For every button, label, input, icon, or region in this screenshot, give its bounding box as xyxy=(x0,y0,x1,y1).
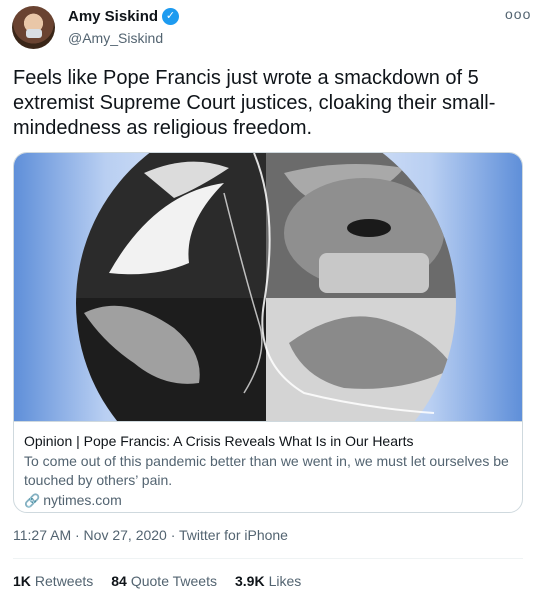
retweets-stat[interactable]: 1K Retweets xyxy=(13,573,93,589)
avatar[interactable] xyxy=(12,6,55,49)
face-mask xyxy=(26,29,42,38)
likes-count: 3.9K xyxy=(234,573,265,589)
likes-label: Likes xyxy=(268,573,302,589)
card-meta: Opinion | Pope Francis: A Crisis Reveals… xyxy=(14,421,522,510)
card-domain-row: 🔗 nytimes.com xyxy=(24,491,512,510)
quote-tweets-stat[interactable]: 84 Quote Tweets xyxy=(111,573,217,589)
likes-stat[interactable]: 3.9K Likes xyxy=(235,573,301,589)
author-handle[interactable]: @Amy_Siskind xyxy=(68,30,163,46)
link-card[interactable]: Opinion | Pope Francis: A Crisis Reveals… xyxy=(13,152,523,513)
tweet: Amy Siskind ✓ @Amy_Siskind ooo Feels lik… xyxy=(0,0,536,601)
tweet-text: Feels like Pope Francis just wrote a sma… xyxy=(13,67,496,139)
tweet-stats: 1K Retweets 84 Quote Tweets 3.9K Likes xyxy=(13,573,301,589)
verified-badge-icon: ✓ xyxy=(162,8,180,25)
retweets-count: 1K xyxy=(13,573,31,589)
divider xyxy=(13,558,523,559)
card-illustration xyxy=(76,153,456,421)
author-name[interactable]: Amy Siskind xyxy=(68,8,158,25)
author-name-row: Amy Siskind ✓ xyxy=(68,8,180,25)
retweets-label: Retweets xyxy=(34,573,94,589)
quote-tweets-label: Quote Tweets xyxy=(130,573,217,589)
card-description: To come out of this pandemic better than… xyxy=(24,453,509,488)
more-options-icon[interactable]: ooo xyxy=(505,6,531,22)
link-icon: 🔗 xyxy=(24,493,41,508)
tweet-timestamp[interactable]: 11:27 AM · Nov 27, 2020 · Twitter for iP… xyxy=(13,527,288,543)
card-image xyxy=(14,153,522,421)
card-domain: nytimes.com xyxy=(43,492,122,508)
quote-tweets-count: 84 xyxy=(111,573,127,589)
card-title[interactable]: Opinion | Pope Francis: A Crisis Reveals… xyxy=(24,432,512,451)
